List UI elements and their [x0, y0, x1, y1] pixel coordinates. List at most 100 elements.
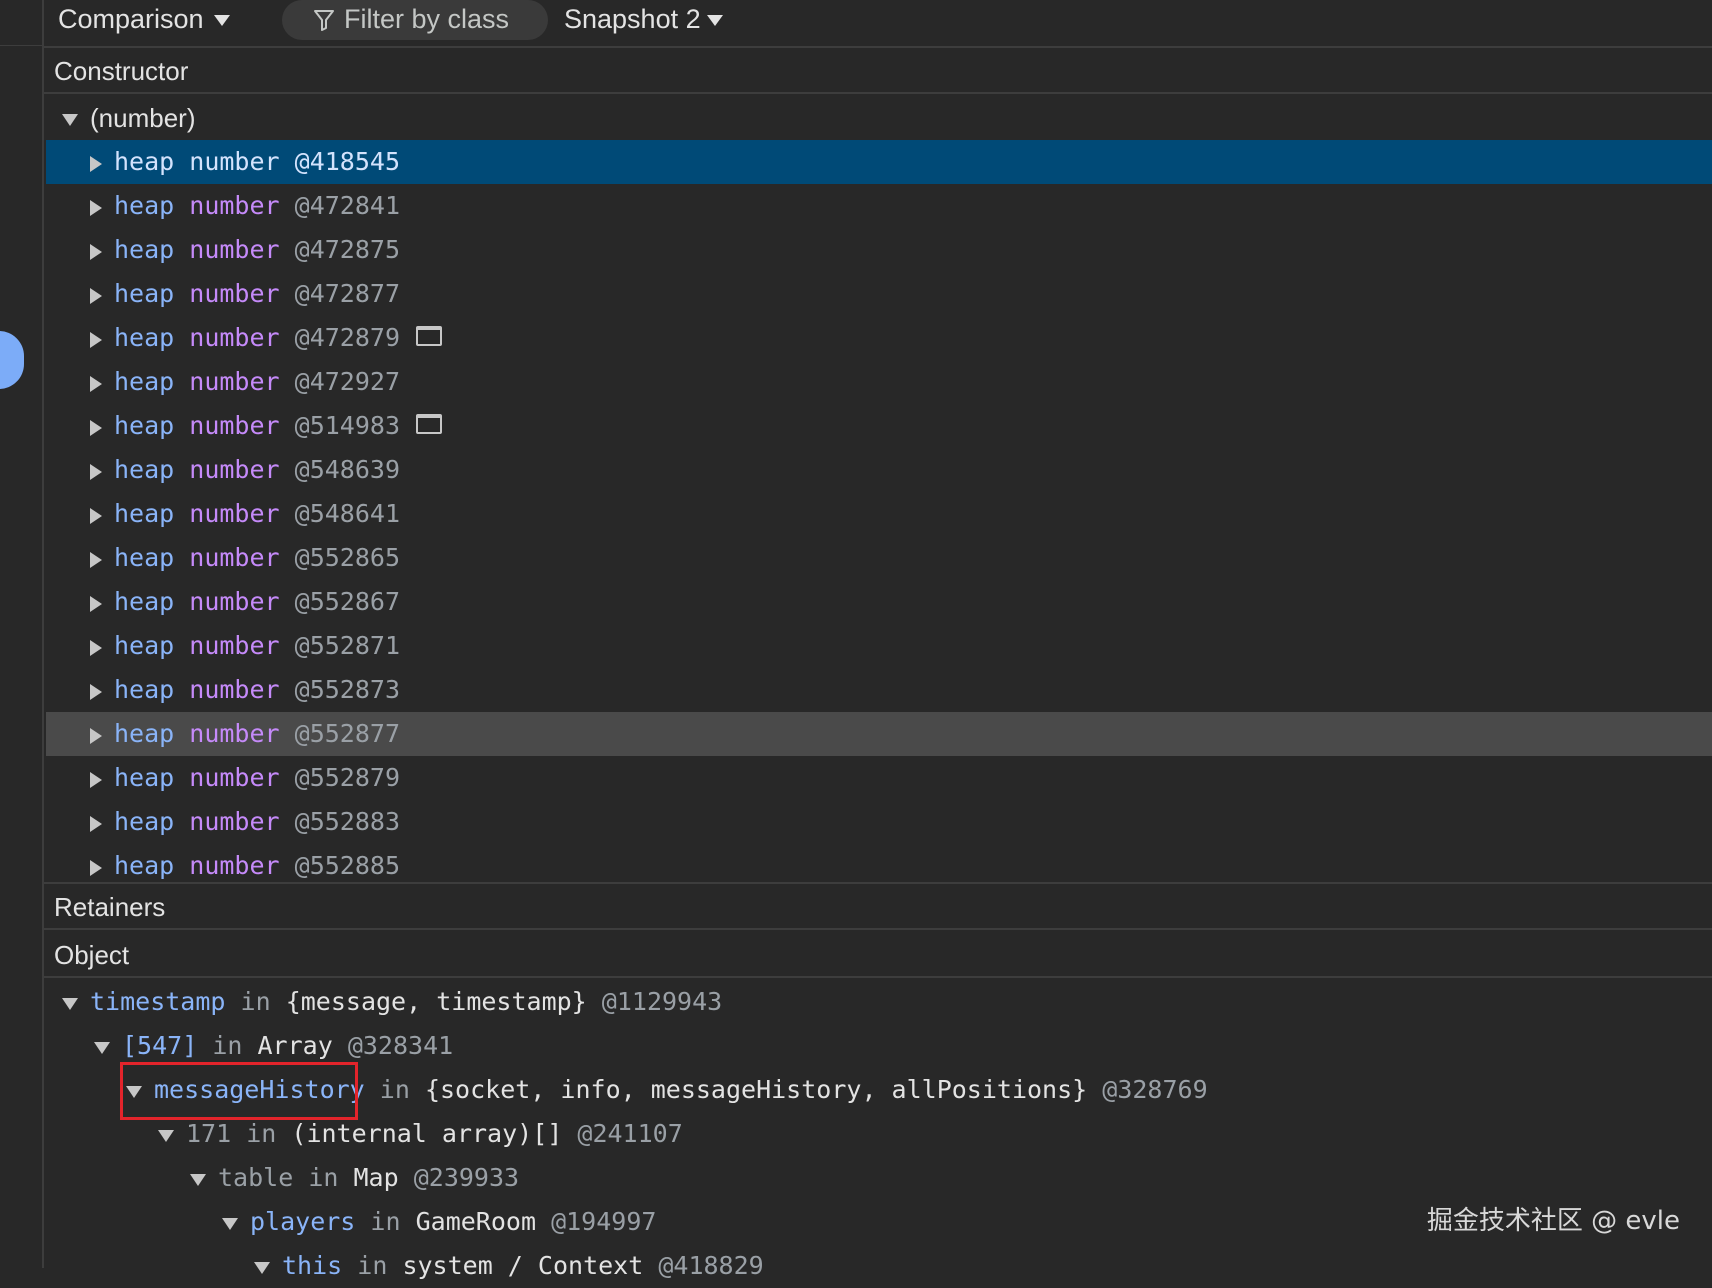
heap-keyword: heap [114, 367, 175, 396]
heap-keyword: heap [114, 279, 175, 308]
heap-keyword: heap [114, 719, 175, 748]
heap-number-row[interactable]: heap number @514983 [46, 404, 1712, 448]
retainer-row[interactable]: this in system / Context @418829 [46, 1244, 1712, 1288]
in-keyword: in [379, 1075, 410, 1104]
gutter-divider [0, 45, 42, 46]
number-keyword: number [189, 147, 280, 176]
constructor-header-label: Constructor [54, 56, 189, 86]
heap-keyword: heap [114, 675, 175, 704]
retainer-property: players [250, 1207, 356, 1236]
object-column-header[interactable]: Object [44, 932, 1712, 978]
heap-keyword: heap [114, 455, 175, 484]
group-label: (number) [90, 103, 196, 133]
retainer-property: table [218, 1163, 294, 1192]
collapsed-caret-icon[interactable] [90, 552, 102, 568]
expanded-caret-icon[interactable] [62, 114, 78, 126]
object-header-label: Object [54, 940, 130, 970]
collapsed-caret-icon[interactable] [90, 596, 102, 612]
view-mode-select[interactable]: Comparison [58, 0, 230, 42]
toolbar: Comparison Filter by class Snapshot 2 [44, 0, 1712, 48]
retainer-row[interactable]: table in Map @239933 [46, 1156, 1712, 1200]
heap-number-label: heap number @548641 [114, 492, 400, 536]
heap-number-row[interactable]: heap number @552879 [46, 756, 1712, 800]
collapsed-caret-icon[interactable] [90, 200, 102, 216]
class-filter-input[interactable]: Filter by class [282, 0, 548, 40]
retainer-row[interactable]: timestamp in {message, timestamp} @11299… [46, 980, 1712, 1024]
snapshot-select-label: Snapshot 2 [564, 4, 701, 34]
store-as-global-icon[interactable] [416, 414, 443, 434]
object-id: @552879 [294, 763, 401, 792]
heap-number-label: heap number @472875 [114, 228, 400, 272]
expanded-caret-icon[interactable] [190, 1174, 206, 1186]
collapsed-caret-icon[interactable] [90, 464, 102, 480]
expanded-caret-icon[interactable] [94, 1042, 110, 1054]
object-id: @552877 [294, 719, 401, 748]
number-keyword: number [189, 631, 280, 660]
retainer-property: [547] [122, 1031, 198, 1060]
number-keyword: number [189, 543, 280, 572]
number-keyword: number [189, 235, 280, 264]
collapsed-caret-icon[interactable] [90, 244, 102, 260]
collapsed-caret-icon[interactable] [90, 332, 102, 348]
heap-keyword: heap [114, 543, 175, 572]
heap-number-row[interactable]: heap number @472875 [46, 228, 1712, 272]
collapsed-caret-icon[interactable] [90, 816, 102, 832]
collapsed-caret-icon[interactable] [90, 420, 102, 436]
heap-number-row[interactable]: heap number @418545 [46, 140, 1712, 184]
heap-number-label: heap number @552877 [114, 712, 400, 756]
watermark: 掘金技术社区 @ evle [1426, 1206, 1680, 1236]
collapsed-caret-icon[interactable] [90, 288, 102, 304]
object-id: @472841 [294, 191, 401, 220]
constructor-column-header[interactable]: Constructor [44, 48, 1712, 94]
collapsed-caret-icon[interactable] [90, 156, 102, 172]
object-id: @328769 [1102, 1075, 1208, 1104]
heap-number-label: heap number @552873 [114, 668, 400, 712]
heap-number-row[interactable]: heap number @552871 [46, 624, 1712, 668]
heap-number-row[interactable]: heap number @472877 [46, 272, 1712, 316]
annotation-highlight-box [120, 1062, 358, 1120]
heap-number-row[interactable]: heap number @472927 [46, 360, 1712, 404]
heap-number-row[interactable]: heap number @552865 [46, 536, 1712, 580]
object-id: @548641 [294, 499, 401, 528]
snapshot-select[interactable]: Snapshot 2 [564, 0, 723, 42]
collapsed-caret-icon[interactable] [90, 640, 102, 656]
collapsed-caret-icon[interactable] [90, 772, 102, 788]
in-keyword: in [370, 1207, 401, 1236]
number-keyword: number [189, 323, 280, 352]
object-id: @472875 [294, 235, 401, 264]
collapsed-caret-icon[interactable] [90, 728, 102, 744]
retainer-class: {socket, info, messageHistory, allPositi… [424, 1075, 1088, 1104]
collapsed-caret-icon[interactable] [90, 860, 102, 876]
number-keyword: number [189, 587, 280, 616]
expanded-caret-icon[interactable] [254, 1262, 270, 1274]
retainer-label: table in Map @239933 [218, 1156, 519, 1200]
heap-keyword: heap [114, 631, 175, 660]
heap-number-row[interactable]: heap number @472841 [46, 184, 1712, 228]
heap-number-row[interactable]: heap number @552877 [46, 712, 1712, 756]
heap-number-row[interactable]: heap number @552867 [46, 580, 1712, 624]
object-id: @328341 [347, 1031, 454, 1060]
store-as-global-icon[interactable] [416, 326, 443, 346]
heap-number-row[interactable]: heap number @548641 [46, 492, 1712, 536]
collapsed-caret-icon[interactable] [90, 508, 102, 524]
collapsed-caret-icon[interactable] [90, 376, 102, 392]
constructor-group-row[interactable]: (number) [46, 96, 1712, 140]
heap-number-row[interactable]: heap number @552883 [46, 800, 1712, 844]
heap-number-label: heap number @418545 [114, 140, 400, 184]
object-id: @241107 [577, 1119, 683, 1148]
retainer-class: Map [353, 1163, 399, 1192]
number-keyword: number [189, 763, 280, 792]
collapsed-caret-icon[interactable] [90, 684, 102, 700]
heap-keyword: heap [114, 235, 175, 264]
heap-number-row[interactable]: heap number @548639 [46, 448, 1712, 492]
chevron-down-icon [706, 15, 723, 27]
object-id: @472877 [294, 279, 401, 308]
expanded-caret-icon[interactable] [62, 998, 78, 1010]
heap-keyword: heap [114, 147, 175, 176]
object-id: @552867 [294, 587, 401, 616]
heap-number-row[interactable]: heap number @552873 [46, 668, 1712, 712]
expanded-caret-icon[interactable] [158, 1130, 174, 1142]
retainer-class: Array [257, 1031, 333, 1060]
expanded-caret-icon[interactable] [222, 1218, 238, 1230]
heap-number-row[interactable]: heap number @472879 [46, 316, 1712, 360]
